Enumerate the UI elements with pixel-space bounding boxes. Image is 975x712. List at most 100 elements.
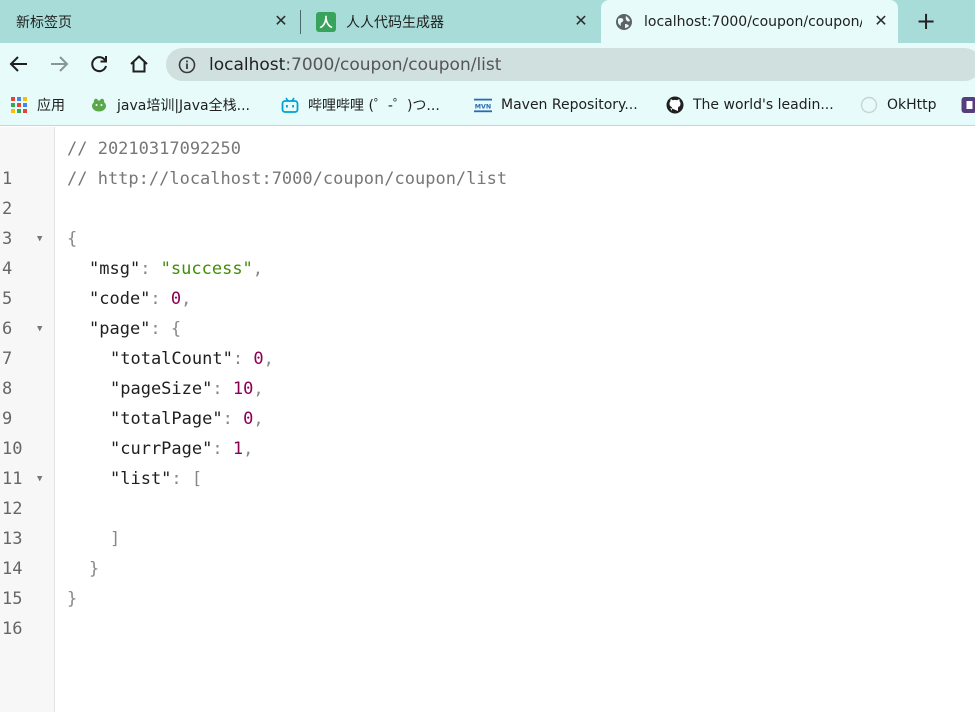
line-content: ]	[110, 524, 120, 554]
timestamp-comment: // 20210317092250	[67, 139, 241, 159]
comma: ,	[263, 349, 274, 369]
arrow-left-icon	[9, 56, 27, 72]
tab-title: localhost:7000/coupon/coupon/list	[644, 13, 862, 30]
json-key: "pageSize"	[110, 379, 213, 399]
tab-renren-generator[interactable]: 人 人人代码生成器 ✕	[302, 0, 600, 43]
info-icon[interactable]	[178, 56, 196, 74]
code-line: 9 "pageSize": 10,	[0, 374, 975, 429]
fold-toggle-icon[interactable]: ▼	[37, 224, 42, 254]
json-number: 10	[232, 379, 254, 399]
bookmarks-bar: 应用 java培训|Java全栈... 哔哩哔哩 (゜-゜)つ... MVN M…	[0, 86, 975, 126]
renren-favicon-icon: 人	[316, 11, 336, 32]
code-line: 7 ▼ "page": {	[0, 314, 975, 369]
bookmark-partial-icon	[961, 97, 975, 113]
line-content: "totalPage": 0,	[110, 404, 264, 434]
tab-localhost-active[interactable]: localhost:7000/coupon/coupon/list ✕	[601, 0, 898, 43]
comma: ,	[253, 379, 264, 399]
fold-toggle-icon[interactable]: ▼	[37, 464, 42, 494]
colon: :	[212, 439, 233, 459]
bookmark-bilibili[interactable]: 哔哩哔哩 (゜-゜)つ...	[281, 94, 440, 116]
close-icon[interactable]: ✕	[872, 12, 890, 30]
bookmark-java-training[interactable]: java培训|Java全栈...	[90, 94, 250, 116]
line-content: // http://localhost:7000/coupon/coupon/l…	[67, 164, 507, 194]
close-icon[interactable]: ✕	[272, 12, 290, 30]
tab-new-tab-page[interactable]: 新标签页 ✕	[0, 0, 298, 43]
line-content: }	[89, 554, 99, 584]
close-bracket: ]	[110, 529, 121, 549]
url-text[interactable]: localhost:7000/coupon/coupon/list	[209, 55, 501, 75]
address-bar[interactable]: localhost:7000/coupon/coupon/list	[166, 48, 975, 81]
json-key: "code"	[89, 289, 151, 309]
code-line: 11 "currPage": 1,	[0, 434, 975, 489]
tab-separator	[300, 10, 301, 34]
colon: :	[140, 259, 161, 279]
code-line: 1 0 "totalPage": 0,	[0, 404, 975, 459]
url-path: :7000/coupon/coupon/list	[285, 55, 502, 75]
code-line: 1 // 20210317092250	[0, 134, 975, 189]
open-bracket: [	[191, 469, 203, 489]
line-content: "currPage": 1,	[110, 434, 253, 464]
bookmark-label: 哔哩哔哩 (゜-゜)つ...	[308, 98, 440, 114]
json-key: "totalCount"	[110, 349, 233, 369]
code-line: 8 "totalCount": 0,	[0, 344, 975, 399]
code-line: 16 }	[0, 584, 975, 639]
colon: :	[171, 469, 192, 489]
comma: ,	[253, 409, 264, 429]
colon: :	[212, 379, 233, 399]
open-brace: {	[67, 229, 78, 249]
code-line: 5 "msg": "success",	[0, 254, 975, 309]
bookmark-overflow[interactable]	[960, 94, 975, 116]
tab-title: 新标签页	[16, 14, 72, 31]
globe-icon	[616, 13, 632, 30]
json-number: 0	[243, 409, 254, 429]
json-number: 0	[253, 349, 264, 369]
new-tab-button[interactable]: +	[912, 9, 940, 35]
code-line: 6 "code": 0,	[0, 284, 975, 339]
line-content: "list": [	[110, 464, 202, 494]
arrow-right-icon	[51, 56, 69, 72]
json-number: 1	[232, 439, 244, 459]
colon: :	[150, 289, 171, 309]
close-icon[interactable]: ✕	[572, 12, 590, 30]
line-content: "page": {	[89, 314, 181, 344]
tab-strip: 新标签页 ✕ 人 人人代码生成器 ✕ localhost:7000/coupon…	[0, 0, 975, 43]
forward-button[interactable]	[46, 51, 72, 77]
bookmark-label: 应用	[37, 98, 65, 114]
fold-toggle-icon[interactable]: ▼	[37, 314, 42, 344]
bookmark-okhttp[interactable]: OkHttp	[860, 94, 937, 116]
json-key: "page"	[89, 319, 151, 339]
json-string: "success"	[160, 259, 253, 279]
okhttp-icon	[860, 96, 878, 114]
java-training-icon	[92, 98, 106, 112]
line-content: {	[67, 224, 77, 254]
bookmark-label: Maven Repository...	[501, 97, 638, 113]
code-line: 4 ▼ {	[0, 224, 975, 279]
code-line: 15 }	[0, 554, 975, 609]
reload-button[interactable]	[86, 51, 112, 77]
line-content: }	[67, 584, 77, 614]
bookmark-apps[interactable]: 应用	[10, 94, 65, 116]
reload-icon	[91, 56, 107, 73]
open-brace: {	[170, 319, 182, 339]
comma: ,	[252, 259, 264, 279]
url-comment: // http://localhost:7000/coupon/coupon/l…	[67, 169, 508, 189]
json-key: "msg"	[89, 259, 141, 279]
line-content: "code": 0,	[89, 284, 191, 314]
maven-icon: MVN	[474, 98, 492, 113]
bookmark-maven[interactable]: MVN Maven Repository...	[474, 94, 638, 116]
colon: :	[222, 409, 244, 429]
line-content: "pageSize": 10,	[110, 374, 264, 404]
close-brace: }	[67, 589, 78, 609]
json-viewer: 1 // 20210317092250 2 // http://localhos…	[0, 127, 975, 712]
code-line: 13	[0, 494, 975, 549]
json-key: "list"	[110, 469, 172, 489]
line-number: 16	[2, 619, 23, 639]
comma: ,	[181, 289, 192, 309]
comma: ,	[243, 439, 254, 459]
bookmark-github[interactable]: The world's leadin...	[666, 94, 834, 116]
tab-title: 人人代码生成器	[346, 14, 444, 31]
back-button[interactable]	[6, 51, 32, 77]
svg-text:MVN: MVN	[475, 104, 491, 111]
home-button[interactable]	[126, 51, 152, 77]
home-icon	[130, 55, 148, 73]
